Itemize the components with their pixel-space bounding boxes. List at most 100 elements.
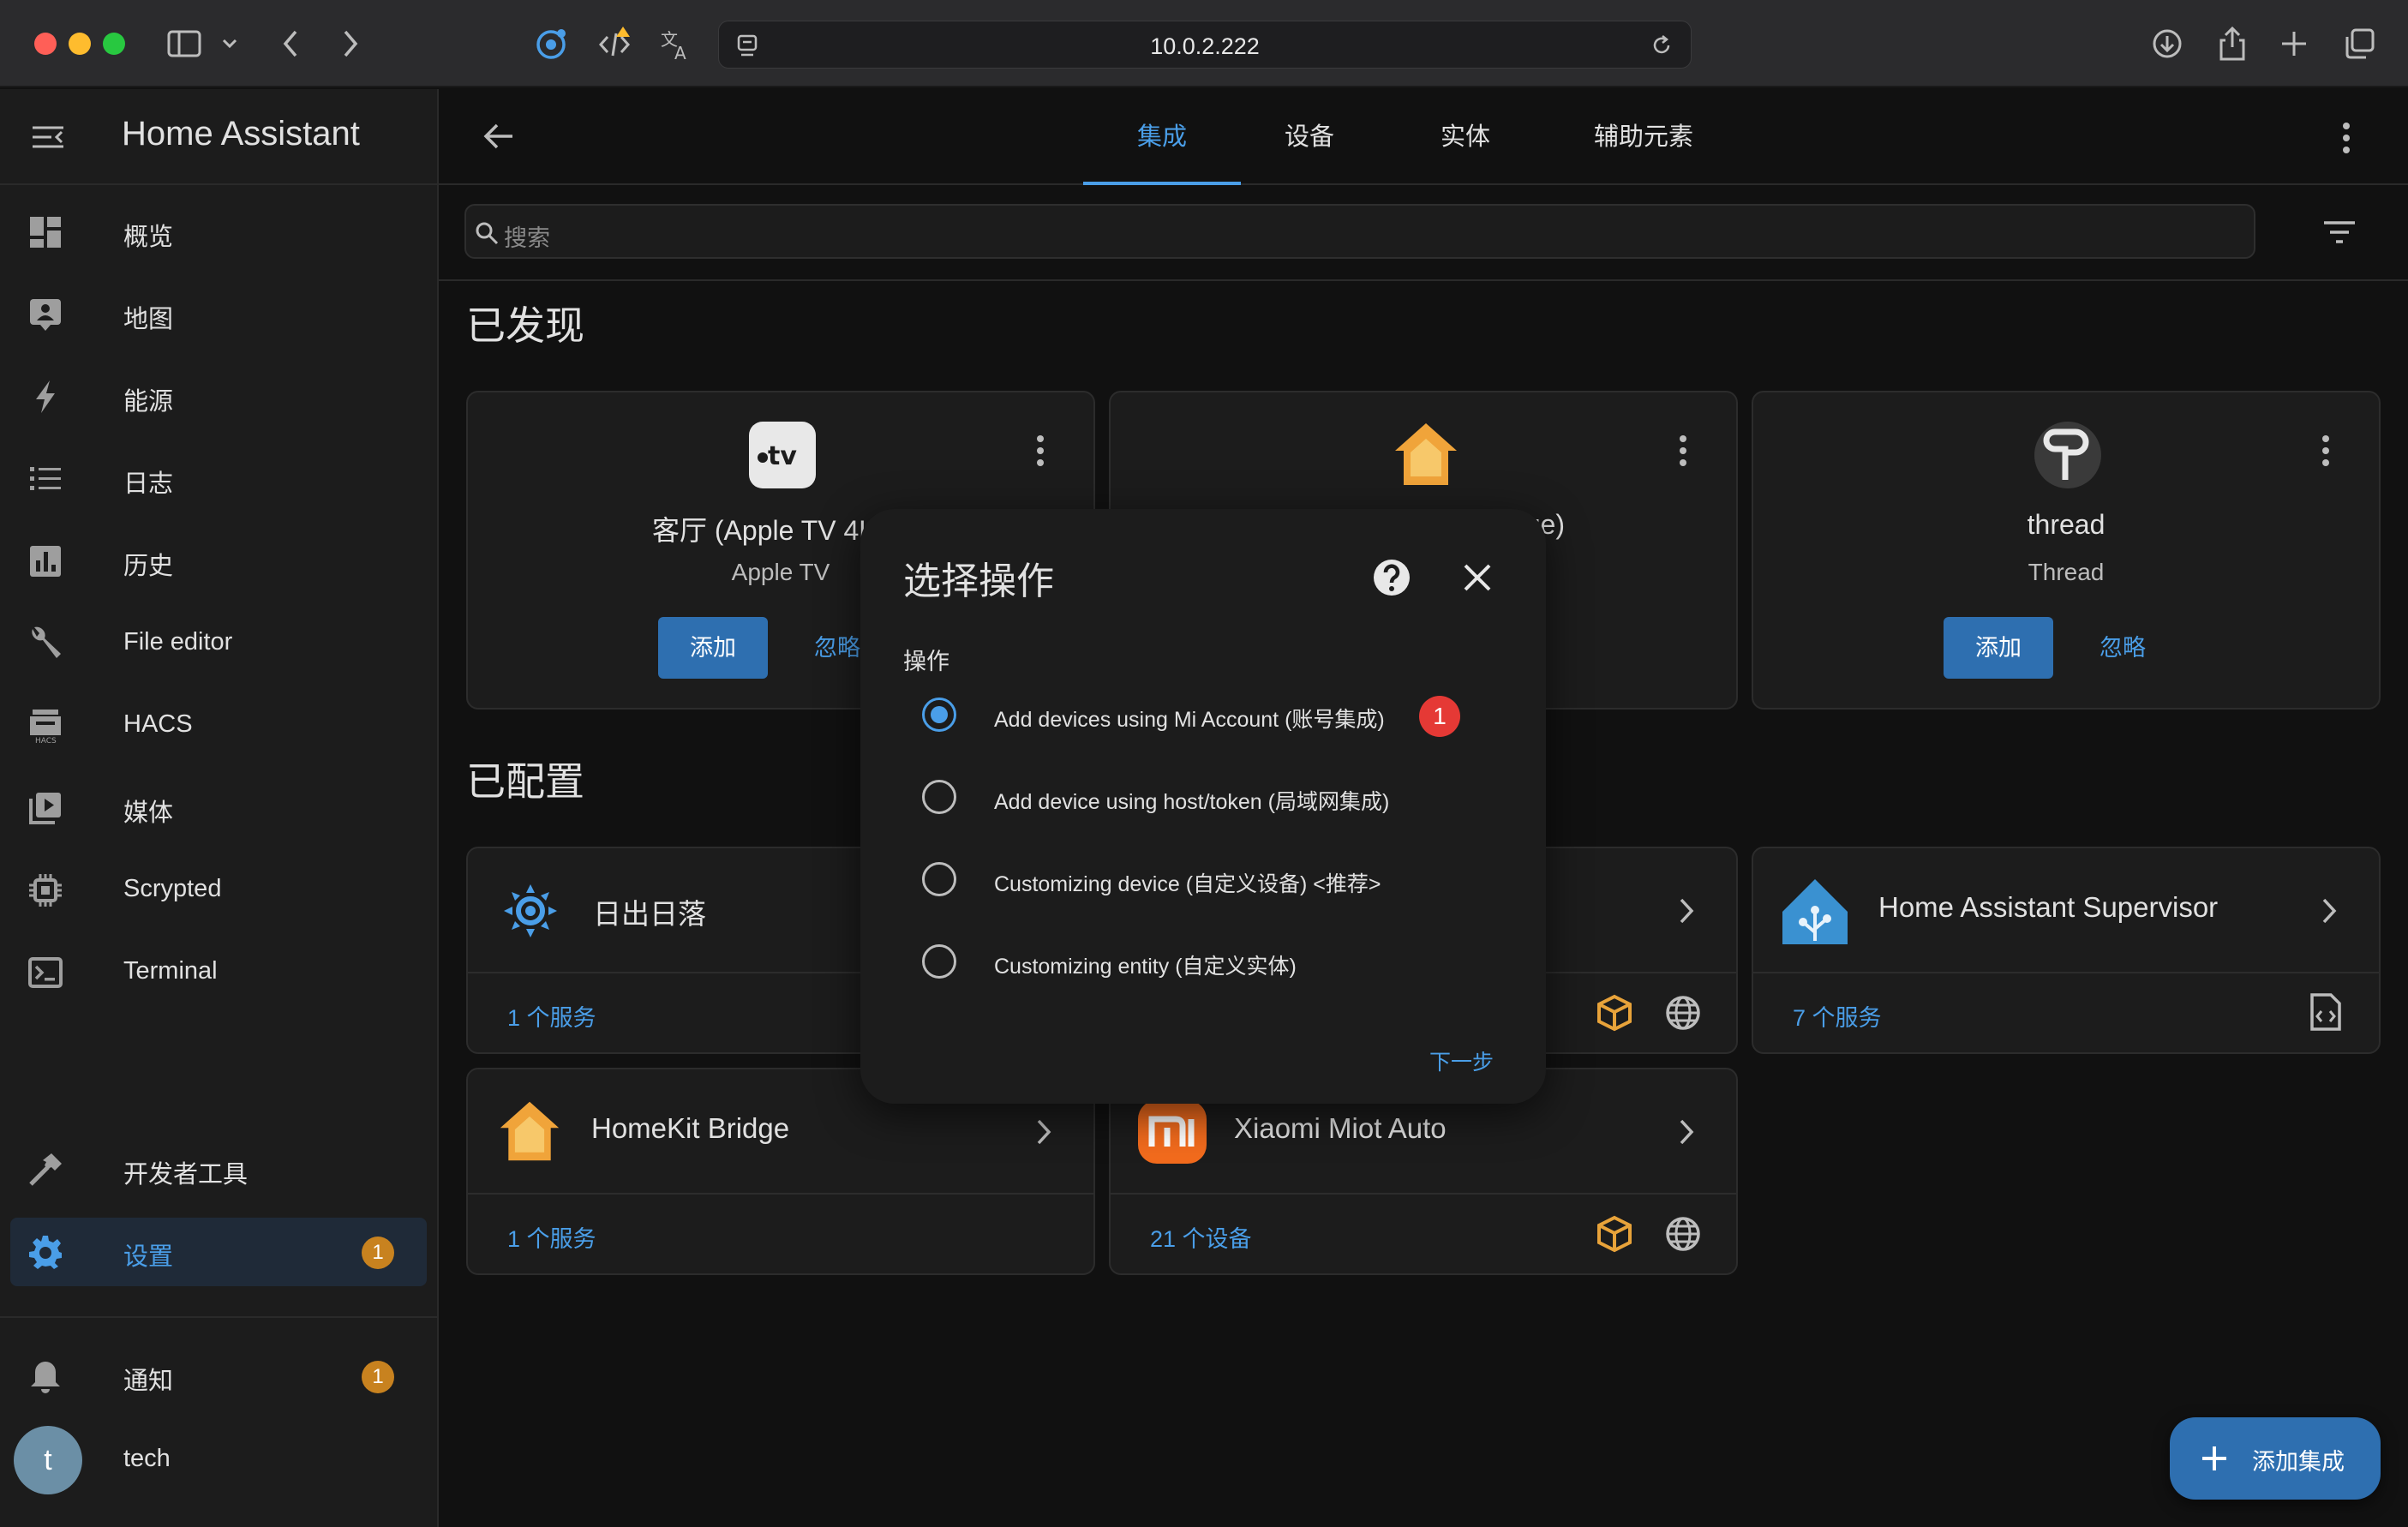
option-customizing-entity[interactable]: Customizing entity (自定义实体) — [922, 936, 1505, 987]
cloud-globe-icon — [1664, 1215, 1702, 1253]
downloads-icon[interactable] — [2147, 24, 2187, 63]
app-title: Home Assistant — [122, 115, 360, 153]
dashboard-icon — [27, 214, 63, 250]
ignore-button[interactable]: 忽略 — [814, 617, 860, 679]
sidebar-item-developer-tools[interactable]: 开发者工具 — [10, 1135, 427, 1204]
back-arrow-icon[interactable] — [483, 122, 514, 151]
configured-card-supervisor[interactable]: Home Assistant Supervisor 7 个服务 — [1752, 847, 2381, 1054]
settings-badge: 1 — [362, 1237, 394, 1269]
dialog-title: 选择操作 — [903, 560, 1054, 602]
help-icon[interactable] — [1371, 557, 1412, 598]
option-label: Add device using host/token (局域网集成) — [994, 790, 1390, 814]
card-header: Home Assistant Supervisor — [1753, 848, 2379, 973]
share-icon[interactable] — [2213, 24, 2252, 63]
next-button[interactable]: 下一步 — [1429, 1045, 1494, 1076]
ignore-button[interactable]: 忽略 — [2100, 617, 2146, 679]
notifications-badge: 1 — [362, 1361, 394, 1393]
card-more-icon[interactable] — [2321, 434, 2331, 468]
configured-title: 已配置 — [466, 759, 584, 804]
more-vertical-icon[interactable] — [2341, 122, 2351, 154]
discovered-title: 已发现 — [466, 303, 584, 348]
filter-icon[interactable] — [2322, 219, 2357, 245]
sidebar-item-label: Scrypted — [123, 875, 222, 902]
card-footer-link[interactable]: 1 个服务 — [507, 999, 596, 1033]
sidebar-item-energy[interactable]: 能源 — [10, 362, 427, 431]
window-minimize-button[interactable] — [69, 33, 91, 55]
translate-icon[interactable]: 文A — [656, 24, 696, 63]
option-host-token[interactable]: Add device using host/token (局域网集成) — [922, 771, 1505, 823]
tab-helpers[interactable]: 辅助元素 — [1558, 89, 1729, 185]
radio-button[interactable] — [922, 944, 956, 979]
radio-button[interactable] — [922, 698, 956, 732]
tab-label: 集成 — [1136, 123, 1187, 151]
card-footer-link[interactable]: 21 个设备 — [1150, 1220, 1252, 1254]
top-app-bar: 集成 设备 实体 辅助元素 — [439, 89, 2408, 185]
sidebar-item-settings[interactable]: 设置 1 — [10, 1218, 427, 1286]
card-title: thread — [2027, 509, 2106, 540]
avatar[interactable]: t — [14, 1426, 82, 1494]
radio-button[interactable] — [922, 780, 956, 814]
card-title: 日出日落 — [593, 898, 706, 930]
tab-integrations[interactable]: 集成 — [1083, 89, 1241, 185]
thread-icon — [2033, 420, 2103, 490]
card-footer-link[interactable]: 1 个服务 — [507, 1220, 596, 1254]
card-more-icon[interactable] — [1035, 434, 1045, 468]
sidebar-item-label: 媒体 — [123, 799, 174, 827]
menu-collapse-icon[interactable] — [31, 125, 65, 149]
reload-icon[interactable] — [1650, 33, 1674, 57]
option-mi-account[interactable]: Add devices using Mi Account (账号集成) 1 — [922, 689, 1505, 740]
address-bar[interactable]: 10.0.2.222 — [718, 21, 1692, 69]
sidebar-item-notifications[interactable]: 通知 1 — [10, 1342, 427, 1410]
close-icon[interactable] — [1460, 560, 1495, 595]
chevron-right-icon — [1678, 896, 1704, 925]
sidebar-item-label: 历史 — [123, 553, 174, 580]
user-name[interactable]: tech — [123, 1445, 171, 1473]
tab-label: 设备 — [1284, 123, 1334, 151]
add-integration-button[interactable]: 添加集成 — [2170, 1417, 2381, 1500]
sidebar-toggle-icon[interactable] — [165, 24, 204, 63]
gear-icon — [27, 1234, 63, 1270]
option-customizing-device[interactable]: Customizing device (自定义设备) <推荐> — [922, 853, 1505, 905]
card-more-icon[interactable] — [1678, 434, 1688, 468]
add-button[interactable]: 添加 — [658, 617, 768, 679]
developer-code-icon[interactable] — [595, 24, 634, 63]
sidebar-item-label: 地图 — [123, 306, 174, 333]
sidebar-item-logbook[interactable]: 日志 — [10, 445, 427, 513]
window-zoom-button[interactable] — [103, 33, 125, 55]
sidebar-item-overview[interactable]: 概览 — [10, 198, 427, 266]
cloud-globe-icon — [1664, 994, 1702, 1032]
chart-box-icon — [27, 543, 63, 579]
sidebar-item-file-editor[interactable]: File editor — [10, 609, 427, 678]
sidebar-item-label: 能源 — [123, 388, 174, 416]
sidebar-item-hacs[interactable]: HACS HACS — [10, 692, 427, 760]
sidebar-item-history[interactable]: 历史 — [10, 527, 427, 596]
sidebar-item-terminal[interactable]: Terminal — [10, 938, 427, 1007]
card-subtitle: Thread — [2028, 559, 2105, 585]
url-text: 10.0.2.222 — [1150, 33, 1260, 59]
apple-tv-icon: tv — [747, 420, 818, 490]
sidebar-item-media[interactable]: 媒体 — [10, 774, 427, 842]
forward-icon[interactable] — [331, 24, 370, 63]
sidebar-item-label: File editor — [123, 628, 233, 656]
tab-entities[interactable]: 实体 — [1407, 89, 1524, 185]
sidebar-item-map[interactable]: 地图 — [10, 280, 427, 349]
choose-action-dialog: 选择操作 操作 Add devices using Mi Account (账号… — [860, 509, 1546, 1104]
tab-devices[interactable]: 设备 — [1251, 89, 1368, 185]
sidebar-item-scrypted[interactable]: Scrypted — [10, 856, 427, 925]
tab-overview-icon[interactable] — [2339, 24, 2379, 63]
privacy-report-icon[interactable] — [531, 24, 571, 63]
custom-integration-icon — [1596, 994, 1633, 1032]
card-footer-link[interactable]: 7 个服务 — [1793, 999, 1882, 1033]
homekit-icon — [497, 1099, 562, 1164]
radio-button[interactable] — [922, 862, 956, 896]
back-icon[interactable] — [271, 24, 310, 63]
chevron-down-icon[interactable] — [213, 24, 247, 63]
sidebar-item-label: 通知 — [123, 1368, 174, 1395]
sidebar-header: Home Assistant — [0, 89, 437, 185]
play-box-multiple-icon — [27, 790, 63, 826]
add-button[interactable]: 添加 — [1944, 617, 2053, 679]
file-code-icon — [2309, 992, 2343, 1032]
new-tab-icon[interactable] — [2274, 24, 2314, 63]
window-close-button[interactable] — [34, 33, 57, 55]
search-input[interactable]: 搜索 — [464, 204, 2255, 259]
